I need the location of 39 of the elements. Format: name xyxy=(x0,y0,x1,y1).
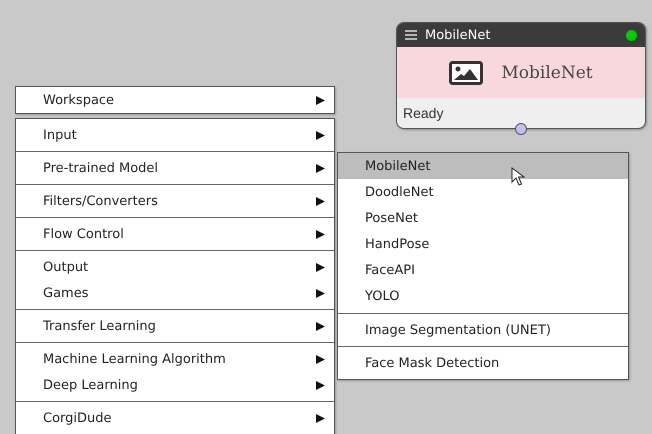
menu-item[interactable]: MobileNet xyxy=(338,153,628,179)
menu-item[interactable]: Transfer Learning xyxy=(16,313,334,339)
submenu-arrow-icon xyxy=(315,412,326,424)
submenu-arrow-icon xyxy=(315,196,326,206)
submenu-arrow-icon xyxy=(315,380,326,390)
submenu-arrow-icon xyxy=(315,262,326,272)
menu-item[interactable]: Deep Learning xyxy=(16,372,334,398)
menu-item[interactable]: DoodleNet xyxy=(338,179,628,205)
node-status: Ready xyxy=(402,104,444,123)
menu-item[interactable]: Flow Control xyxy=(16,221,334,247)
image-icon xyxy=(449,60,484,84)
menu-item[interactable]: FaceAPI xyxy=(338,257,628,283)
submenu-arrow-icon xyxy=(315,94,326,106)
node-title: MobileNet xyxy=(425,28,492,42)
submenu-arrow-icon xyxy=(315,162,326,174)
menu-item[interactable]: Pre-trained Model xyxy=(16,155,334,181)
mouse-pointer-icon xyxy=(511,167,527,187)
node-card[interactable]: MobileNet MobileNet Ready xyxy=(396,22,646,129)
node-label: MobileNet xyxy=(501,62,593,82)
output-port[interactable] xyxy=(515,123,527,135)
menu-item[interactable]: Machine Learning Algorithm xyxy=(16,346,334,372)
submenu-arrow-icon xyxy=(315,228,326,240)
submenu-arrow-icon xyxy=(315,288,326,298)
menu-item[interactable]: PoseNet xyxy=(338,205,628,231)
menu-item[interactable]: Image Segmentation (UNET) xyxy=(338,317,628,343)
menu-item[interactable]: Input xyxy=(16,122,334,148)
menu-item[interactable]: YOLO xyxy=(338,283,628,309)
submenu-arrow-icon xyxy=(315,320,326,332)
menu-item[interactable]: CorgiDude xyxy=(16,405,334,431)
menu-item[interactable]: Output xyxy=(16,254,334,280)
menu-item[interactable]: HandPose xyxy=(338,231,628,257)
submenu-arrow-icon xyxy=(315,354,326,364)
menu-icon[interactable] xyxy=(405,30,417,40)
menu-item[interactable]: Filters/Converters xyxy=(16,188,334,214)
menu-item[interactable]: Face Mask Detection xyxy=(338,350,628,376)
menu-item[interactable]: Workspace xyxy=(16,87,334,113)
menu-item[interactable]: Games xyxy=(16,280,334,306)
submenu-arrow-icon xyxy=(315,130,326,140)
status-dot-icon xyxy=(626,30,637,40)
